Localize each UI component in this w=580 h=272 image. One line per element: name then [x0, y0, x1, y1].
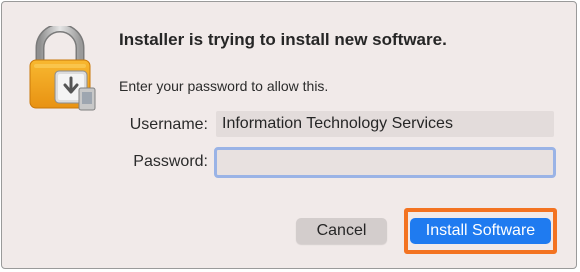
cancel-button[interactable]: Cancel [296, 218, 387, 244]
password-field[interactable] [214, 147, 556, 178]
installer-badge-icon [52, 66, 100, 114]
password-label: Password: [133, 153, 208, 170]
username-label: Username: [129, 116, 208, 133]
username-field[interactable]: Information Technology Services [216, 111, 554, 137]
dialog-subtitle: Enter your password to allow this. [119, 78, 329, 94]
authentication-dialog: Installer is trying to install new softw… [1, 1, 577, 269]
dialog-title: Installer is trying to install new softw… [119, 30, 447, 49]
install-software-button[interactable]: Install Software [410, 218, 551, 244]
